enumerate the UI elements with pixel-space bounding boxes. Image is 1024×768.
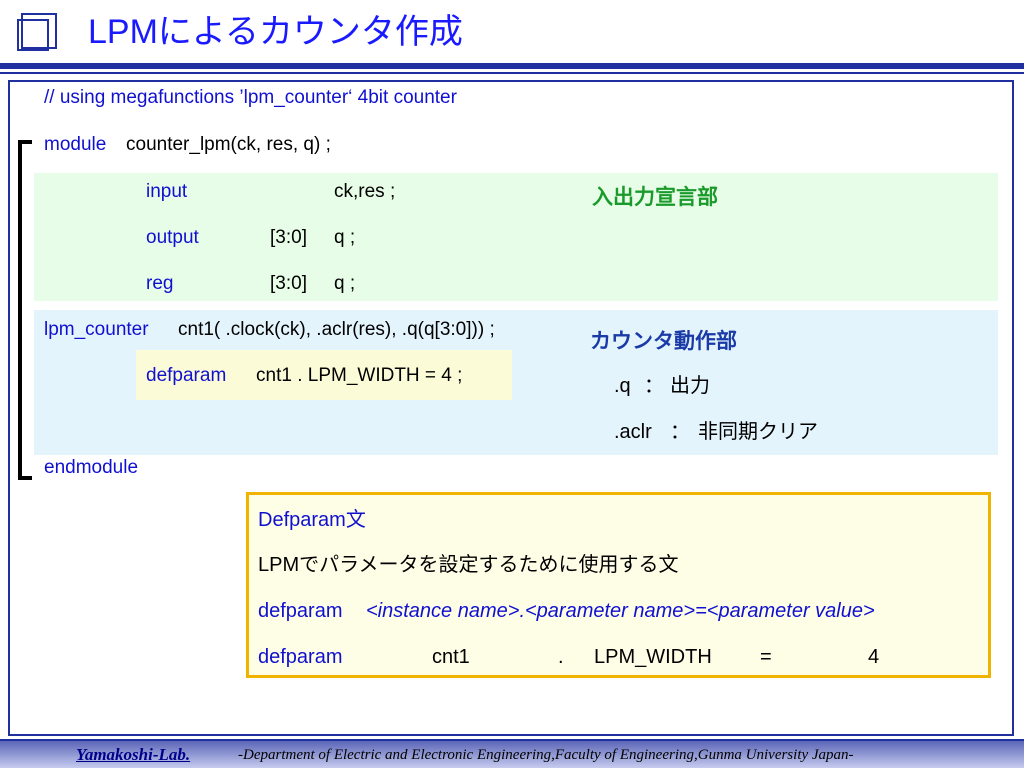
output-signals: q ; bbox=[334, 227, 356, 248]
reg-keyword: reg bbox=[146, 273, 174, 294]
lpm-counter-instance: cnt1( .clock(ck), .aclr(res), .q(q[3:0])… bbox=[178, 319, 495, 340]
example-parameter: LPM_WIDTH bbox=[594, 646, 712, 668]
defparam-statement: cnt1 . LPM_WIDTH = 4 ; bbox=[256, 365, 463, 386]
input-signals: ck,res ; bbox=[334, 181, 396, 202]
syntax-template: <instance name>.<parameter name>=<parame… bbox=[366, 600, 875, 622]
q-port-separator: ： bbox=[644, 375, 664, 397]
counter-operation-note: カウンタ動作部 bbox=[590, 330, 737, 353]
aclr-port-key: .aclr bbox=[614, 421, 652, 443]
syntax-keyword: defparam bbox=[258, 600, 343, 622]
q-port-key: .q bbox=[614, 375, 631, 397]
example-instance: cnt1 bbox=[432, 646, 470, 668]
reg-range: [3:0] bbox=[270, 273, 307, 294]
example-equals: = bbox=[760, 646, 772, 668]
lpm-counter-keyword: lpm_counter bbox=[44, 319, 149, 340]
footer-lab-name: Yamakoshi-Lab. bbox=[76, 745, 191, 764]
defparam-keyword: defparam bbox=[146, 365, 227, 386]
module-bracket bbox=[18, 140, 32, 480]
aclr-port-description: 非同期クリア bbox=[698, 421, 818, 443]
aclr-port-separator: ： bbox=[670, 421, 690, 443]
input-keyword: input bbox=[146, 181, 188, 202]
module-keyword: module bbox=[44, 134, 107, 155]
endmodule-keyword: endmodule bbox=[44, 457, 139, 478]
footer-department: -Department of Electric and Electronic E… bbox=[238, 747, 854, 763]
example-keyword: defparam bbox=[258, 646, 343, 668]
io-declaration-note: 入出力宣言部 bbox=[592, 186, 718, 209]
title-divider-thin bbox=[0, 72, 1024, 74]
page-title: LPMによるカウンタ作成 bbox=[88, 13, 463, 51]
title-divider-thick bbox=[0, 63, 1024, 69]
example-value: 4 bbox=[868, 646, 880, 668]
output-range: [3:0] bbox=[270, 227, 307, 248]
definition-heading: Defparam文 bbox=[258, 509, 366, 531]
module-declaration: counter_lpm(ck, res, q) ; bbox=[126, 134, 331, 155]
q-port-description: 出力 bbox=[670, 375, 710, 397]
example-dot: . bbox=[558, 646, 564, 668]
output-keyword: output bbox=[146, 227, 199, 248]
title-square-icon bbox=[16, 12, 60, 52]
code-comment: // using megafunctions ’lpm_counter‘ 4bi… bbox=[44, 87, 457, 108]
definition-description: LPMでパラメータを設定するために使用する文 bbox=[258, 554, 679, 576]
reg-signals: q ; bbox=[334, 273, 356, 294]
